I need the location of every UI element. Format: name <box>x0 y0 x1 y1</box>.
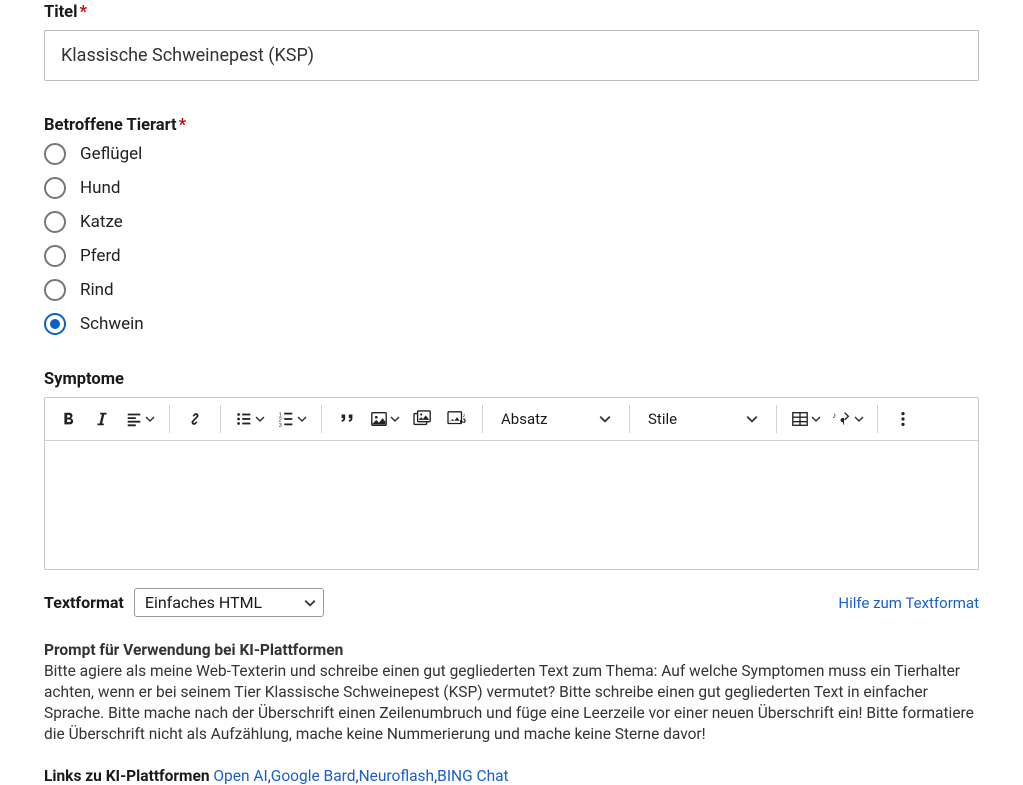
prompt-label: Prompt für Verwendung bei KI-Plattformen <box>44 641 979 659</box>
richtext-editor: 123 ♪ <box>44 397 979 570</box>
table-button[interactable] <box>785 402 827 436</box>
symptoms-field-group: Symptome <box>44 369 979 785</box>
prompt-text: Bitte agiere als meine Web-Texterin und … <box>44 661 979 745</box>
ai-links-list: Open AI,Google Bard,Neuroflash,BING Chat <box>213 767 508 785</box>
title-field-group: Titel* <box>44 2 979 81</box>
image-button[interactable] <box>364 402 406 436</box>
styles-dropdown-label: Stile <box>648 410 677 428</box>
bold-button[interactable] <box>51 402 85 436</box>
radio-icon <box>44 211 66 233</box>
textformat-label: Textformat <box>44 593 124 612</box>
ai-platform-link[interactable]: Neuroflash <box>359 767 435 785</box>
svg-text:♪: ♪ <box>462 411 465 419</box>
toolbar-separator <box>776 405 777 433</box>
radio-label: Schwein <box>80 314 144 334</box>
toolbar-separator <box>629 405 630 433</box>
more-button[interactable] <box>886 402 920 436</box>
radio-icon <box>44 279 66 301</box>
species-radio-option[interactable]: Schwein <box>44 313 979 335</box>
species-radio-option[interactable]: Rind <box>44 279 979 301</box>
svg-text:¶: ¶ <box>840 417 844 427</box>
blockquote-button[interactable] <box>330 402 364 436</box>
ai-links-label: Links zu KI-Plattformen <box>44 767 210 785</box>
special-chars-button[interactable]: ♪¶ <box>827 402 869 436</box>
toolbar-separator <box>169 405 170 433</box>
ai-platform-link[interactable]: Google Bard <box>271 767 356 785</box>
species-radio-option[interactable]: Hund <box>44 177 979 199</box>
title-label-text: Titel <box>44 3 77 22</box>
insert-group: ♪ <box>330 402 474 436</box>
radio-icon <box>44 245 66 267</box>
toolbar-separator <box>321 405 322 433</box>
paragraph-dropdown[interactable]: Absatz <box>491 402 621 436</box>
list-group: 123 <box>229 402 313 436</box>
toolbar-separator <box>877 405 878 433</box>
species-field-group: Betroffene Tierart* Geflügel Hund Katze Pfe… <box>44 115 979 335</box>
radio-label: Pferd <box>80 246 121 266</box>
radio-label: Rind <box>80 280 114 300</box>
editor-content-area[interactable] <box>45 441 978 569</box>
required-star: * <box>79 3 87 22</box>
numbered-list-button[interactable]: 123 <box>271 402 313 436</box>
textformat-help-link[interactable]: Hilfe zum Textformat <box>838 594 979 612</box>
editor-toolbar: 123 ♪ <box>45 398 978 441</box>
paragraph-dropdown-label: Absatz <box>501 410 547 428</box>
radio-label: Katze <box>80 212 123 232</box>
textformat-row: Textformat Einfaches HTML Hilfe zum Text… <box>44 588 979 617</box>
italic-button[interactable] <box>85 402 119 436</box>
format-group <box>51 402 161 436</box>
species-radio-option[interactable]: Geflügel <box>44 143 979 165</box>
media-library-button[interactable] <box>406 402 440 436</box>
link-button[interactable] <box>178 402 212 436</box>
toolbar-separator <box>220 405 221 433</box>
ai-links-section: Links zu KI-Plattformen Open AI,Google B… <box>44 767 979 785</box>
species-radio-option[interactable]: Katze <box>44 211 979 233</box>
radio-icon <box>44 143 66 165</box>
table-group: ♪¶ <box>785 402 869 436</box>
svg-text:♪: ♪ <box>832 410 836 420</box>
species-label-text: Betroffene Tierart <box>44 116 177 135</box>
radio-label: Hund <box>80 178 120 198</box>
species-label: Betroffene Tierart* <box>44 116 186 135</box>
textformat-select-wrap: Einfaches HTML <box>134 588 324 617</box>
link-group <box>178 402 212 436</box>
species-radio-list: Geflügel Hund Katze Pferd Rind Schwein <box>44 143 979 335</box>
ai-platform-link[interactable]: Open AI <box>213 767 267 785</box>
title-input[interactable] <box>44 30 979 81</box>
svg-text:3: 3 <box>279 423 282 428</box>
toolbar-separator <box>482 405 483 433</box>
radio-icon <box>44 177 66 199</box>
required-star: * <box>179 116 187 135</box>
embed-media-button[interactable]: ♪ <box>440 402 474 436</box>
title-label: Titel* <box>44 3 87 22</box>
prompt-section: Prompt für Verwendung bei KI-Plattformen… <box>44 641 979 745</box>
textformat-select[interactable]: Einfaches HTML <box>134 588 324 617</box>
species-radio-option[interactable]: Pferd <box>44 245 979 267</box>
radio-label: Geflügel <box>80 144 142 164</box>
radio-icon <box>44 313 66 335</box>
bullet-list-button[interactable] <box>229 402 271 436</box>
styles-dropdown[interactable]: Stile <box>638 402 768 436</box>
align-button[interactable] <box>119 402 161 436</box>
symptoms-label: Symptome <box>44 370 124 389</box>
ai-platform-link[interactable]: BING Chat <box>437 767 508 785</box>
